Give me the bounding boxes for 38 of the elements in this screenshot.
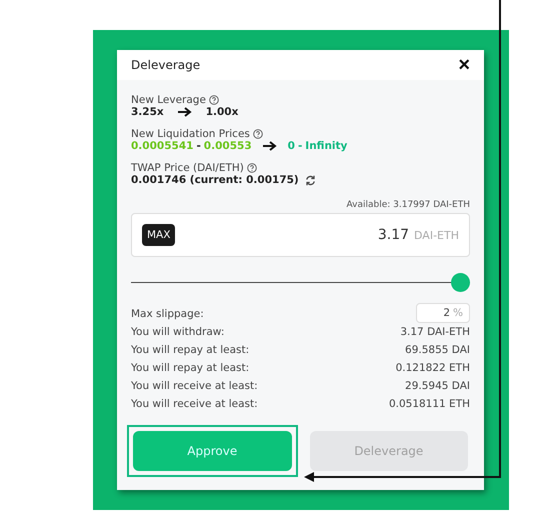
leverage-value: 1.00x	[206, 106, 238, 118]
amount-value: 3.17	[378, 227, 410, 243]
amount-field[interactable]: MAX 3.17 DAI-ETH	[131, 213, 470, 257]
price-value: 0	[288, 140, 295, 152]
arrow-icon	[262, 141, 277, 151]
available-balance: Available: 3.17997 DAI-ETH	[346, 200, 470, 210]
slider-thumb[interactable]	[451, 273, 470, 292]
help-icon[interactable]	[246, 163, 257, 173]
summary-value: 3.17 DAI-ETH	[400, 326, 470, 338]
slippage-label: Max slippage:	[131, 308, 204, 320]
summary-label: You will withdraw:	[131, 326, 224, 338]
summary-value: 29.5945 DAI	[405, 380, 470, 392]
max-button[interactable]: MAX	[142, 224, 176, 246]
summary-label: You will receive at least:	[131, 380, 258, 392]
range-separator: -	[298, 140, 302, 152]
summary-label: You will repay at least:	[131, 362, 250, 374]
summary-value: 0.121822 ETH	[396, 362, 470, 374]
amount-unit: DAI-ETH	[414, 228, 459, 242]
summary-label: You will repay at least:	[131, 344, 250, 356]
help-icon[interactable]	[208, 95, 219, 105]
close-button[interactable]: ×	[458, 55, 470, 75]
field-label: TWAP Price (DAI/ETH)	[131, 162, 244, 174]
leverage-value: 3.25x	[131, 106, 164, 118]
refresh-icon[interactable]	[304, 174, 316, 186]
price-value: 0.00553	[204, 140, 252, 152]
arrow-icon	[178, 107, 192, 117]
help-icon[interactable]	[252, 129, 263, 139]
field-label: New Leverage	[131, 94, 206, 106]
field-label: New Liquidation Prices	[131, 128, 250, 140]
summary-value: 0.0518111 ETH	[388, 398, 470, 410]
price-value: Infinity	[305, 140, 348, 152]
price-value: 0.0005541	[131, 140, 194, 152]
summary-value: 69.5855 DAI	[405, 344, 470, 356]
summary-label: You will receive at least:	[131, 398, 258, 410]
range-separator: -	[196, 140, 201, 152]
dialog-title: Deleverage	[131, 58, 200, 72]
slippage-field[interactable]: 2 %	[416, 303, 470, 323]
twap-value: 0.001746 (current: 0.00175)	[131, 174, 299, 186]
